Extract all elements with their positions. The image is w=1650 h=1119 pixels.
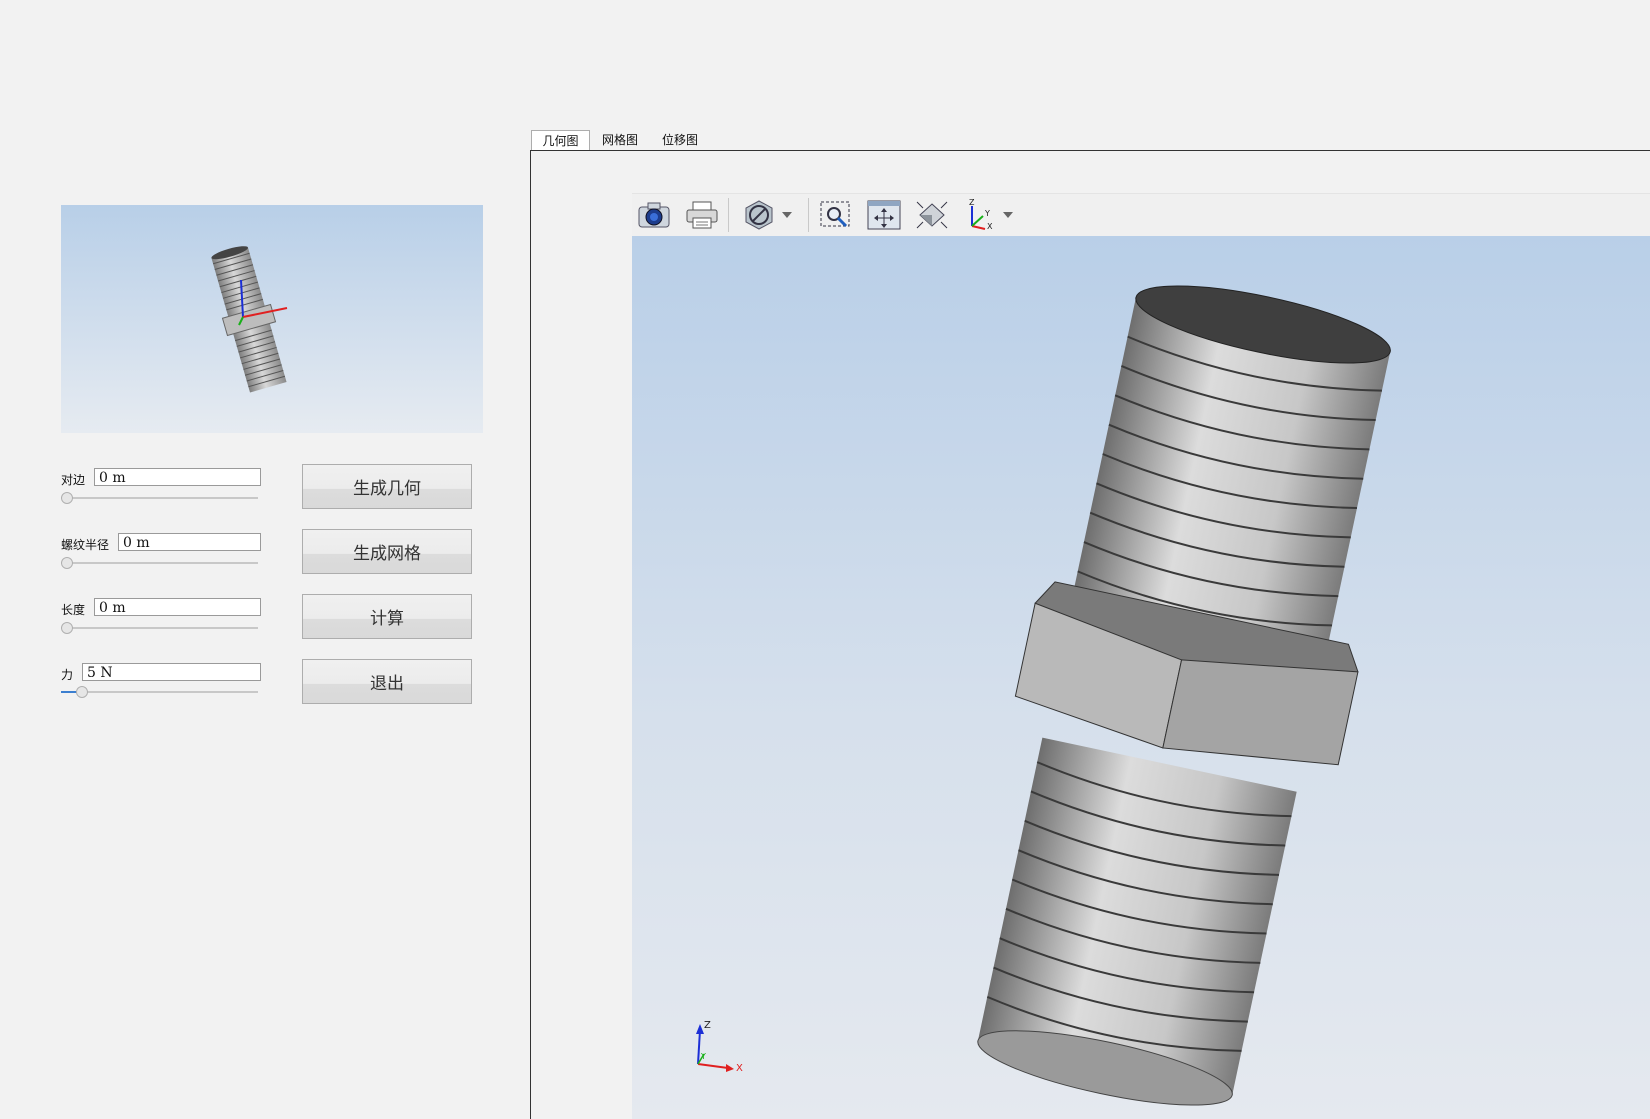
pan-fit-icon[interactable] <box>865 198 903 232</box>
camera-icon[interactable] <box>635 198 673 232</box>
toolbar-separator <box>808 198 809 232</box>
compute-button[interactable]: 计算 <box>302 594 472 639</box>
toolbar-separator <box>728 198 729 232</box>
length-label: 长度 <box>61 603 86 617</box>
axes-view-icon[interactable]: ZYX <box>961 198 999 232</box>
generate-geometry-button[interactable]: 生成几何 <box>302 464 472 509</box>
axis-triad-icon: Z Y X <box>696 1020 743 1074</box>
tab-geometry[interactable]: 几何图 <box>531 130 590 151</box>
force-label: 力 <box>61 668 74 682</box>
length-input[interactable]: 0 m <box>94 598 261 616</box>
thread-radius-label: 螺纹半径 <box>61 538 110 552</box>
triad-z-label: Z <box>704 1020 711 1031</box>
svg-text:X: X <box>987 222 993 231</box>
side-slider[interactable] <box>61 492 258 504</box>
tab-mesh[interactable]: 网格图 <box>594 130 646 150</box>
triad-x-label: X <box>736 1063 743 1074</box>
side-slider-handle[interactable] <box>61 492 73 504</box>
force-slider[interactable] <box>61 686 258 698</box>
svg-text:Z: Z <box>969 198 975 207</box>
bolt-model <box>977 285 1391 1106</box>
no-display-icon[interactable] <box>740 198 778 232</box>
tab-content-border <box>530 150 531 1119</box>
thread-radius-slider[interactable] <box>61 557 258 569</box>
print-icon[interactable] <box>683 198 721 232</box>
thread-radius-input[interactable]: 0 m <box>118 533 261 551</box>
chevron-down-icon[interactable] <box>780 198 794 232</box>
thread-radius-slider-handle[interactable] <box>61 557 73 569</box>
zoom-window-icon[interactable] <box>817 198 855 232</box>
tab-displacement[interactable]: 位移图 <box>654 130 706 150</box>
svg-text:Y: Y <box>984 209 990 218</box>
preview-model-drawing <box>211 246 288 393</box>
triad-y-label: Y <box>700 1052 706 1061</box>
chevron-down-icon[interactable] <box>1001 198 1015 232</box>
force-input[interactable]: 5 N <box>82 663 261 681</box>
viewer-toolbar: ZYX <box>632 193 1650 237</box>
side-label: 对边 <box>61 473 86 487</box>
side-input[interactable]: 0 m <box>94 468 261 486</box>
length-slider[interactable] <box>61 622 258 634</box>
force-slider-handle[interactable] <box>76 686 88 698</box>
exit-button[interactable]: 退出 <box>302 659 472 704</box>
length-slider-handle[interactable] <box>61 622 73 634</box>
generate-mesh-button[interactable]: 生成网格 <box>302 529 472 574</box>
tab-bar-divider <box>531 150 1650 151</box>
fit-all-icon[interactable] <box>913 198 951 232</box>
model-preview <box>61 205 483 433</box>
3d-viewport[interactable]: Z Y X <box>632 236 1650 1119</box>
